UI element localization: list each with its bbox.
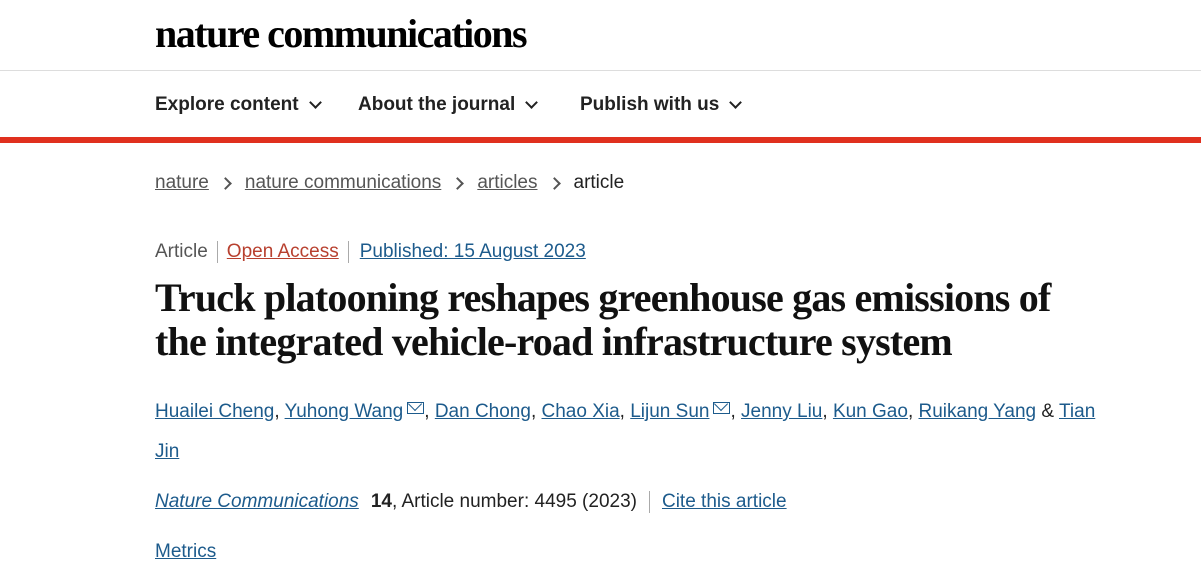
author-link[interactable]: Kun Gao (833, 401, 908, 422)
author-link[interactable]: Jenny Liu (741, 401, 822, 422)
author-link[interactable]: Ruikang Yang (919, 401, 1037, 422)
author-link[interactable]: Huailei Cheng (155, 401, 274, 422)
published-date-link[interactable]: Published: 15 August 2023 (349, 241, 586, 263)
breadcrumb-nature-communications[interactable]: nature communications (245, 172, 441, 194)
breadcrumb-current: article (573, 172, 625, 193)
breadcrumb-articles[interactable]: articles (477, 172, 537, 194)
envelope-icon[interactable] (407, 402, 425, 414)
chevron-right-icon (451, 176, 465, 190)
site-header: nature communications (0, 0, 1201, 71)
volume-number: 14 (370, 491, 392, 512)
citation-line: Nature Communications 14 , Article numbe… (155, 491, 787, 513)
author-link[interactable]: Chao Xia (542, 401, 620, 422)
article-type: Article (155, 241, 218, 263)
chevron-right-icon (547, 176, 561, 190)
chevron-right-icon (219, 176, 232, 190)
nav-explore-content[interactable]: Explore content (155, 94, 322, 116)
breadcrumb: nature nature communications articles ar… (155, 172, 624, 194)
accent-divider (0, 137, 1201, 143)
journal-logo[interactable]: nature communications (155, 10, 528, 57)
chevron-down-icon (525, 96, 539, 109)
author-link[interactable]: Dan Chong (435, 401, 531, 422)
open-access-link[interactable]: Open Access (218, 241, 349, 263)
nav-label: Explore content (155, 94, 299, 115)
chevron-down-icon (308, 96, 322, 109)
main-nav: Explore content About the journal Publis… (0, 71, 1201, 137)
article-title: Truck platooning reshapes greenhouse gas… (155, 275, 1051, 364)
envelope-icon[interactable] (713, 402, 731, 414)
article-number: , Article number: 4495 (2023) (391, 491, 637, 512)
nav-about-journal[interactable]: About the journal (358, 94, 539, 116)
nav-label: Publish with us (580, 94, 720, 115)
breadcrumb-nature[interactable]: nature (155, 172, 209, 194)
nav-publish-with-us[interactable]: Publish with us (580, 94, 743, 116)
author-link[interactable]: Yuhong Wang (285, 401, 404, 422)
metrics-link[interactable]: Metrics (155, 541, 216, 563)
journal-name-link[interactable]: Nature Communications (155, 491, 359, 513)
nav-label: About the journal (358, 94, 516, 115)
author-list: Huailei Cheng, Yuhong Wang, Dan Chong, C… (155, 401, 1096, 462)
cite-this-article-link[interactable]: Cite this article (648, 491, 787, 513)
article-meta: Article Open Access Published: 15 August… (155, 241, 586, 263)
author-link[interactable]: Lijun Sun (630, 401, 709, 422)
chevron-down-icon (729, 96, 743, 109)
